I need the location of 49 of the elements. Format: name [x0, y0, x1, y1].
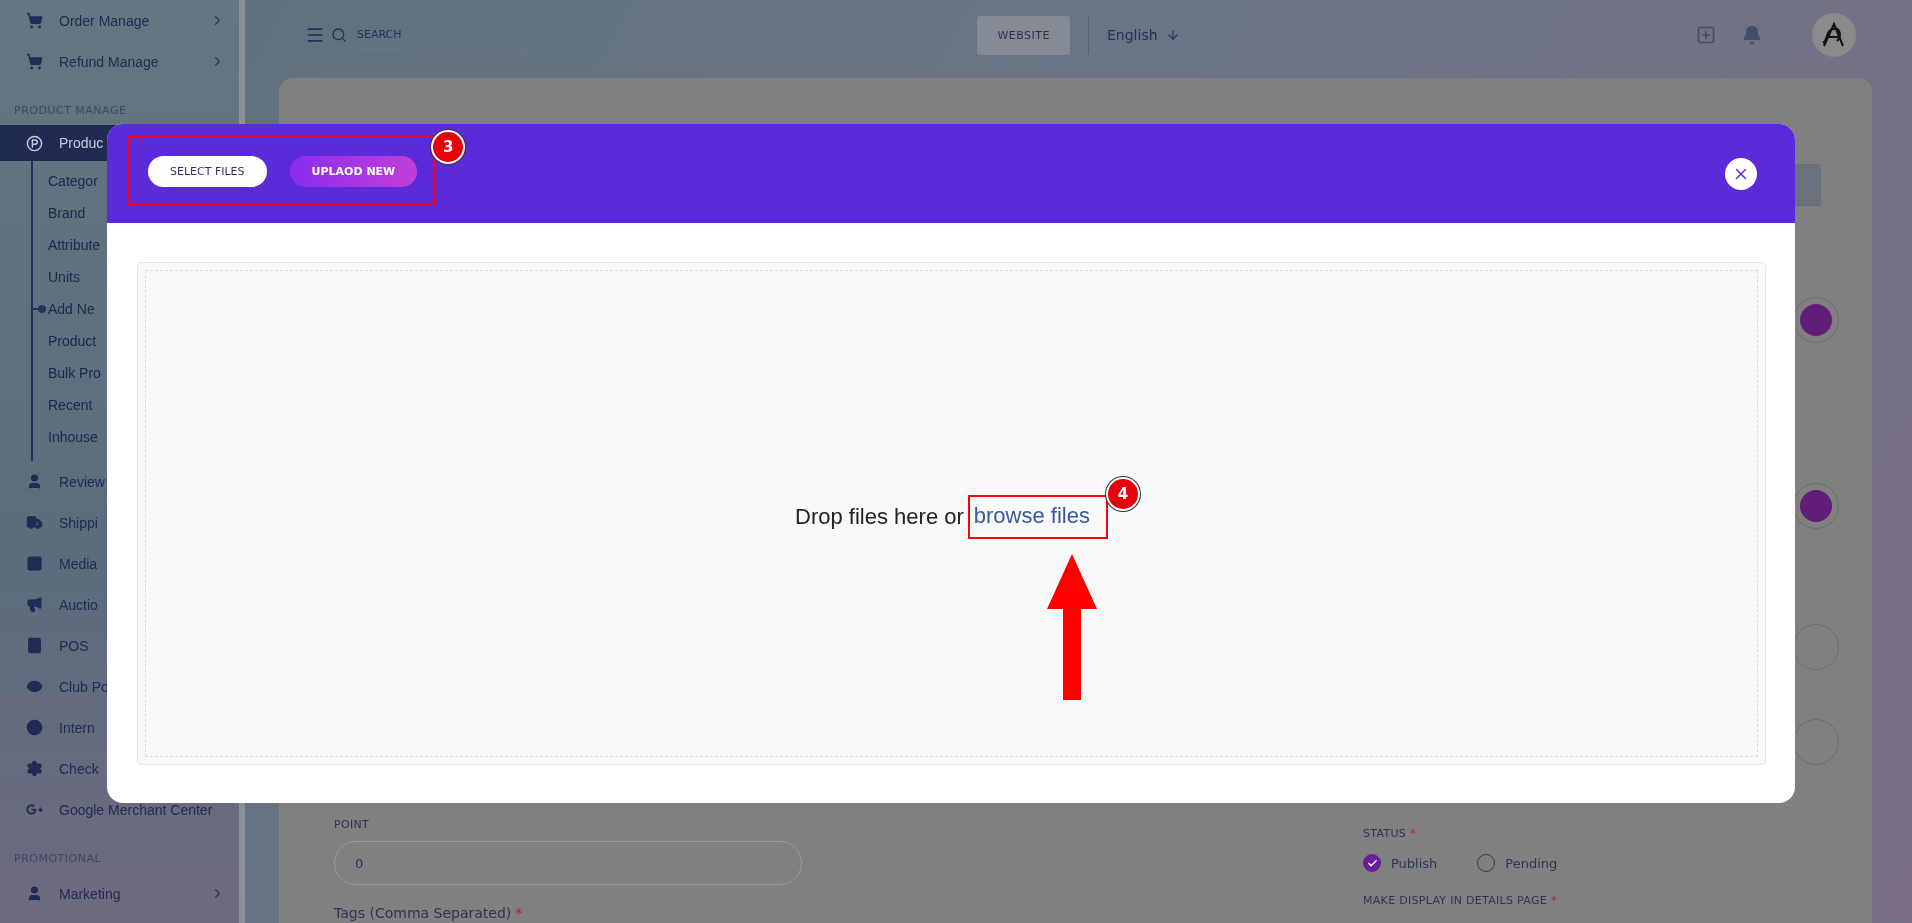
menu-item-icon	[26, 637, 43, 654]
menu-item-icon	[26, 514, 43, 531]
add-icon[interactable]	[1696, 25, 1716, 45]
sidebar-item[interactable]: POS	[0, 625, 239, 666]
sidebar-item[interactable]: Shippi	[0, 502, 239, 543]
menu-item-icon	[26, 678, 43, 695]
search-icon[interactable]	[331, 27, 347, 43]
field-label: MAKE DISPLAY IN DETAILS PAGE *	[1363, 894, 1558, 907]
menu-item-icon	[26, 885, 43, 902]
sidebar-item[interactable]: Media	[0, 543, 239, 584]
menu-item-icon	[26, 134, 43, 152]
language-selector[interactable]: English	[1107, 27, 1180, 43]
sidebar-item[interactable]: Google Merchant Center	[0, 789, 239, 830]
menu-item-icon	[26, 596, 43, 613]
sidebar-item[interactable]: Check	[0, 748, 239, 789]
radio-option[interactable]: Pending	[1477, 854, 1558, 872]
dialog-tab[interactable]: SELECT FILES	[148, 156, 267, 187]
field-label: POINT	[334, 818, 370, 831]
tab-edge[interactable]	[1794, 164, 1821, 206]
radio-option[interactable]: Publish	[1363, 854, 1438, 872]
website-button[interactable]: WEBSITE	[977, 15, 1070, 55]
menu-item-icon	[26, 801, 43, 818]
search-field[interactable]: SEARCH	[357, 20, 532, 50]
field-label: Tags (Comma Separated) *	[334, 905, 524, 921]
field-label: STATUS *	[1363, 827, 1417, 840]
sidebar-item[interactable]: Refund Manage	[0, 41, 239, 82]
submenu-item[interactable]: Add Ne	[33, 293, 239, 325]
step-badge: 4	[1107, 478, 1138, 509]
menu-item-icon	[26, 12, 43, 29]
sidebar-item[interactable]: Order Manage	[0, 0, 239, 41]
menu-icon[interactable]	[305, 25, 325, 45]
drop-zone-text: Drop files here or	[795, 503, 965, 530]
close-button[interactable]	[1725, 157, 1757, 190]
sidebar-item[interactable]: Auctio	[0, 584, 239, 625]
menu-item-icon	[26, 473, 43, 490]
menu-item-icon	[26, 53, 43, 70]
step-badge: 3	[433, 132, 464, 162]
sidebar-item[interactable]: Intern	[0, 707, 239, 748]
point-input[interactable]: 0	[334, 841, 802, 885]
notification-icon[interactable]	[1742, 25, 1762, 45]
check-icon	[1366, 857, 1378, 869]
sidebar-item[interactable]: Marketing	[0, 873, 239, 914]
browse-link[interactable]: browse files	[973, 502, 1090, 528]
dialog-tab[interactable]: UPLAOD NEW	[289, 156, 418, 187]
avatar[interactable]	[1812, 13, 1856, 57]
sidebar-item[interactable]: Review	[0, 461, 239, 502]
menu-item-icon	[26, 555, 43, 572]
menu-item-icon	[26, 719, 43, 736]
menu-item-icon	[26, 760, 43, 777]
